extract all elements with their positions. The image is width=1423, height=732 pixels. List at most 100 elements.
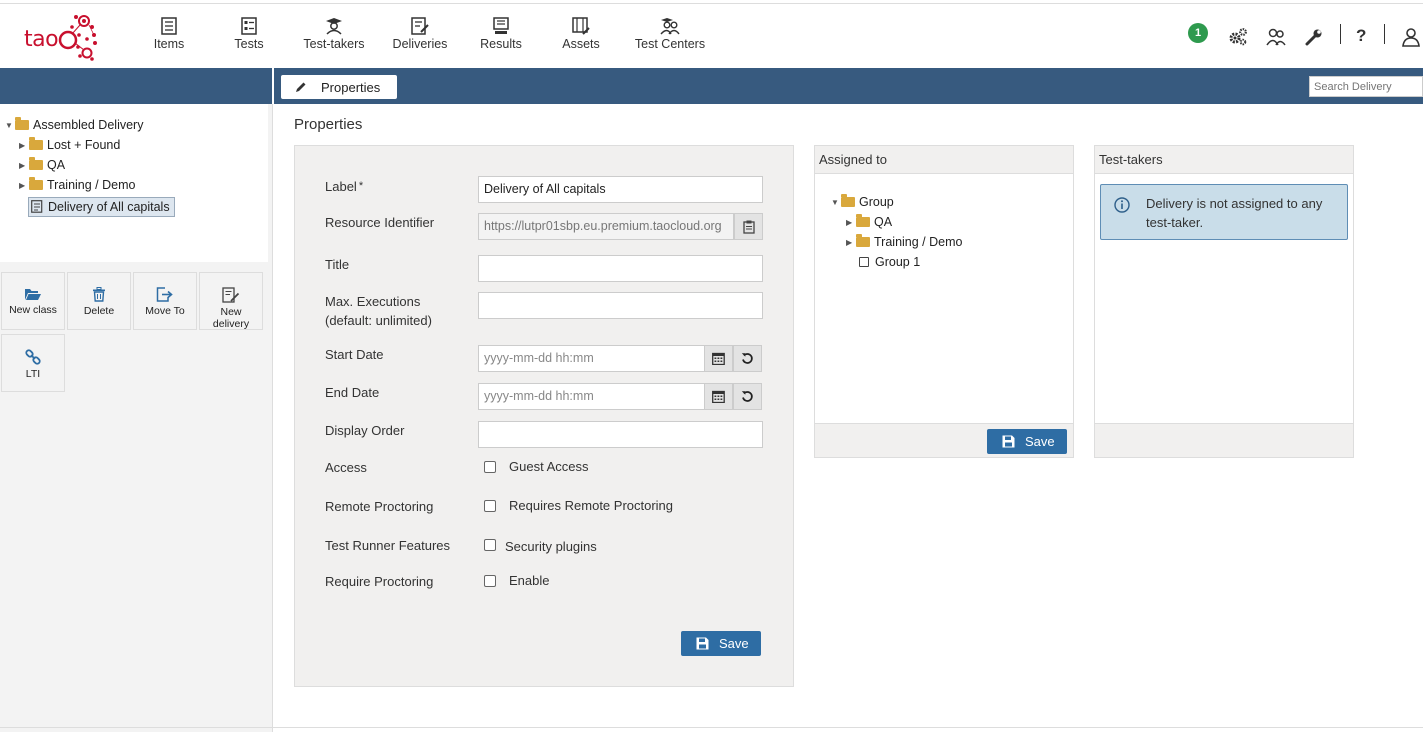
bottom-border xyxy=(0,727,1423,728)
new-delivery-label-1: New xyxy=(220,306,242,318)
nav-items[interactable]: Items xyxy=(150,17,188,63)
copy-identifier-button[interactable] xyxy=(734,213,763,240)
collapse-arrow-icon[interactable]: ▼ xyxy=(831,198,841,207)
results-icon xyxy=(493,17,509,34)
folder-icon xyxy=(856,233,870,247)
users-icon[interactable] xyxy=(1266,28,1286,46)
label-field[interactable]: Delivery of All capitals xyxy=(478,176,763,203)
group-tree-qa[interactable]: ▶ QA xyxy=(846,213,892,233)
assigned-to-title: Assigned to xyxy=(815,146,1073,174)
remote-proctoring-option-label: Requires Remote Proctoring xyxy=(509,498,674,513)
nav-assets[interactable]: Assets xyxy=(561,17,601,63)
display-order-label: Display Order xyxy=(325,423,405,438)
expand-arrow-icon[interactable]: ▶ xyxy=(19,181,29,190)
end-date-reset-button[interactable] xyxy=(733,383,762,410)
resource-identifier-label: Resource Identifier xyxy=(325,215,435,230)
folder-open-icon xyxy=(25,289,41,300)
end-date-calendar-button[interactable] xyxy=(704,383,733,410)
settings-gears-icon[interactable] xyxy=(1228,28,1248,46)
tree-node-qa[interactable]: ▶ QA xyxy=(19,156,66,176)
tree-node-label: QA xyxy=(47,158,66,172)
title-field[interactable] xyxy=(478,255,763,282)
group-1-item[interactable]: Group 1 xyxy=(859,255,920,273)
tree-node-label: Delivery of All capitals xyxy=(48,200,170,214)
require-proctoring-label: Require Proctoring xyxy=(325,574,434,589)
required-marker: * xyxy=(358,180,364,192)
guest-access-checkbox[interactable] xyxy=(484,461,496,473)
move-to-label: Move To xyxy=(145,305,185,317)
new-delivery-label-2: delivery xyxy=(212,318,250,330)
enable-proctoring-checkbox[interactable] xyxy=(484,575,496,587)
label-field-label: Label * xyxy=(325,179,364,194)
tao-logo[interactable]: tao xyxy=(24,13,102,63)
delete-button[interactable]: Delete xyxy=(67,272,131,330)
end-date-field[interactable]: yyyy-mm-dd hh:mm xyxy=(478,383,705,410)
security-plugins-checkbox[interactable] xyxy=(484,539,496,551)
group-tree-label: Group 1 xyxy=(875,255,921,269)
test-takers-panel: Test-takers Delivery is not assigned to … xyxy=(1094,145,1354,458)
expand-arrow-icon[interactable]: ▶ xyxy=(19,141,29,150)
nav-tests[interactable]: Tests xyxy=(230,17,268,63)
nav-tests-label: Tests xyxy=(234,37,264,51)
display-order-field[interactable] xyxy=(478,421,763,448)
tab-properties[interactable]: Properties xyxy=(281,75,397,99)
folder-icon xyxy=(856,213,870,227)
tree-node-label: Lost + Found xyxy=(47,138,121,152)
folder-icon xyxy=(29,136,43,150)
header-separator xyxy=(1384,24,1385,44)
logo-network-icon xyxy=(58,15,97,61)
save-assignment-button[interactable]: Save xyxy=(987,429,1067,454)
guest-access-label: Guest Access xyxy=(509,459,589,474)
tree-node-training-demo[interactable]: ▶ Training / Demo xyxy=(19,176,135,196)
new-delivery-icon xyxy=(222,287,240,303)
nav-results[interactable]: Results xyxy=(478,17,524,63)
start-date-field[interactable]: yyyy-mm-dd hh:mm xyxy=(478,345,705,372)
bar-divider xyxy=(272,68,274,104)
notification-badge[interactable]: 1 xyxy=(1188,23,1208,43)
clipboard-icon xyxy=(742,220,755,234)
tree-node-root[interactable]: ▼ Assembled Delivery xyxy=(5,116,143,136)
tree-node-selected-delivery[interactable]: Delivery of All capitals xyxy=(28,197,175,217)
start-date-reset-button[interactable] xyxy=(733,345,762,372)
nav-assets-label: Assets xyxy=(562,37,600,51)
group-tree-training-demo[interactable]: ▶ Training / Demo xyxy=(846,233,962,253)
nav-test-takers[interactable]: Test-takers xyxy=(301,17,367,63)
save-label: Save xyxy=(1025,434,1055,449)
new-delivery-button[interactable]: New delivery xyxy=(199,272,263,330)
reset-icon xyxy=(741,353,753,364)
collapse-arrow-icon[interactable]: ▼ xyxy=(5,121,15,130)
max-executions-field[interactable] xyxy=(478,292,763,319)
remote-proctoring-checkbox[interactable] xyxy=(484,500,496,512)
move-to-button[interactable]: Move To xyxy=(133,272,197,330)
title-field-label: Title xyxy=(325,257,350,272)
reset-icon xyxy=(741,391,753,402)
group-1-checkbox[interactable] xyxy=(859,256,869,267)
expand-arrow-icon[interactable]: ▶ xyxy=(19,161,29,170)
delivery-icon xyxy=(31,200,43,214)
items-icon xyxy=(161,17,177,35)
tests-icon xyxy=(241,17,257,35)
test-takers-title: Test-takers xyxy=(1095,146,1353,174)
expand-arrow-icon[interactable]: ▶ xyxy=(846,238,856,247)
deliveries-icon xyxy=(411,17,429,35)
start-date-calendar-button[interactable] xyxy=(704,345,733,372)
new-class-button[interactable]: New class xyxy=(1,272,65,330)
nav-test-centers-label: Test Centers xyxy=(634,37,706,51)
group-tree-label: Group xyxy=(859,195,894,209)
delete-label: Delete xyxy=(83,305,115,317)
wrench-icon[interactable] xyxy=(1305,28,1323,46)
header-separator xyxy=(1340,24,1341,44)
save-icon xyxy=(1002,435,1015,448)
nav-deliveries[interactable]: Deliveries xyxy=(391,17,449,63)
nav-test-centers[interactable]: Test Centers xyxy=(634,17,706,63)
tree-node-lost-found[interactable]: ▶ Lost + Found xyxy=(19,136,121,156)
lti-button[interactable]: LTI xyxy=(1,334,65,392)
access-label: Access xyxy=(325,460,367,475)
test-runner-features-label: Test Runner Features xyxy=(325,538,451,553)
save-properties-button[interactable]: Save xyxy=(681,631,761,656)
search-delivery-input[interactable] xyxy=(1309,76,1423,97)
help-icon[interactable]: ? xyxy=(1356,26,1366,46)
expand-arrow-icon[interactable]: ▶ xyxy=(846,218,856,227)
group-tree-root[interactable]: ▼ Group xyxy=(831,193,894,213)
user-account-icon[interactable] xyxy=(1401,27,1421,47)
